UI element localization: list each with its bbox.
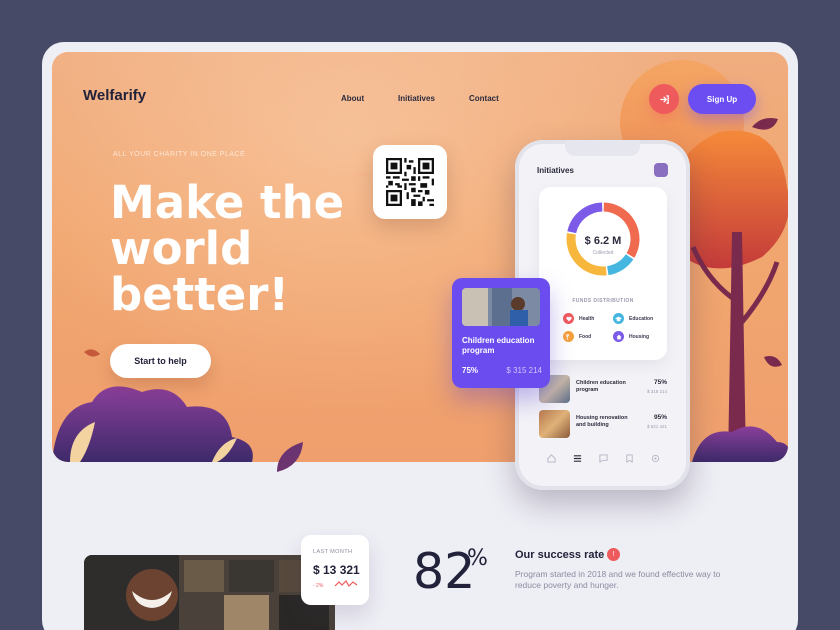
last-month-label: LAST MONTH (313, 549, 353, 555)
settings-icon[interactable] (649, 452, 661, 464)
success-rate-symbol: % (467, 546, 488, 571)
nav-about[interactable]: About (341, 94, 364, 103)
last-month-card: LAST MONTH $ 13 321 - 2% (301, 535, 369, 605)
featured-initiative-amount: $ 315 214 (506, 366, 542, 375)
featured-initiative-title: Children education program (462, 336, 535, 355)
house-icon (613, 331, 624, 342)
legend-food[interactable]: Food (563, 331, 591, 342)
last-month-trend: - 2% (313, 583, 324, 589)
project-amount: $ 315 214 (646, 389, 667, 394)
last-month-amount: $ 13 321 (313, 563, 360, 577)
leaf-falling-2 (752, 118, 778, 130)
nav-contact[interactable]: Contact (469, 94, 499, 103)
qr-code-icon (386, 158, 434, 206)
start-to-help-button[interactable]: Start to help (110, 344, 211, 378)
success-rate-title: Our success rate (515, 549, 605, 561)
legend-education-label: Education (629, 315, 654, 322)
login-button[interactable] (649, 84, 679, 114)
funds-distribution-label: FUNDS DISTRIBUTION (572, 298, 634, 304)
donut-segment-education (606, 254, 634, 276)
legend-health[interactable]: Health (563, 313, 594, 324)
graduation-cap-icon (613, 313, 624, 324)
leaf-falling-3 (764, 356, 782, 367)
project-thumbnail (539, 410, 570, 438)
project-row-housing[interactable]: Housing renovation and building 95% $ 62… (539, 410, 667, 438)
hero-tagline: ALL YOUR CHARITY IN ONE PLACE (113, 151, 246, 158)
project-amount: $ 621 421 (646, 424, 667, 429)
featured-initiative-image (462, 288, 540, 326)
avatar[interactable] (654, 163, 668, 177)
login-arrow-icon (659, 94, 669, 104)
trend-sparkline-icon (334, 580, 358, 587)
legend-housing-label: Housing (629, 333, 649, 340)
bush-right (692, 426, 788, 462)
donut-amount: $ 6.2 M (584, 235, 622, 247)
featured-initiative-percent: 75% (462, 366, 479, 375)
food-icon (563, 331, 574, 342)
tree-branch-right (740, 261, 780, 324)
legend-food-label: Food (579, 333, 592, 340)
project-name: Children education program (576, 380, 626, 393)
bookmark-icon[interactable] (623, 452, 635, 464)
chat-icon[interactable] (597, 452, 609, 464)
nav-initiatives[interactable]: Initiatives (398, 94, 435, 103)
leaf-bottom (277, 442, 303, 472)
child-photo (84, 555, 335, 630)
funds-card: $ 6.2 M Collected FUNDS DISTRIBUTION Hea… (539, 187, 667, 360)
phone-title: Initiatives (537, 166, 574, 175)
list-icon[interactable] (571, 452, 583, 464)
brand-logo[interactable]: Welfarify (83, 87, 146, 104)
legend-housing[interactable]: Housing (613, 331, 649, 342)
project-percent: 75% (653, 379, 667, 386)
phone-notch (565, 140, 640, 156)
project-row-education[interactable]: Children education program 75% $ 315 214 (539, 375, 667, 403)
home-icon[interactable] (545, 452, 557, 464)
success-rate-value: 82 (413, 543, 476, 600)
donut-segment-health (603, 202, 640, 258)
donut-segment-housing (567, 202, 603, 234)
signup-button[interactable]: Sign Up (688, 84, 756, 114)
donut-sublabel: Collected (592, 250, 614, 256)
project-name: Housing renovation and building (576, 415, 628, 428)
featured-initiative-card[interactable]: Children education program 75% $ 315 214 (452, 278, 550, 388)
leaf-falling-1 (84, 349, 100, 357)
heart-icon (563, 313, 574, 324)
success-rate-description: Program started in 2018 and we found eff… (515, 569, 721, 590)
qr-card[interactable] (373, 145, 447, 219)
legend-health-label: Health (579, 315, 595, 322)
legend-education[interactable]: Education (613, 313, 653, 324)
hero-headline: Make the world better! (110, 176, 345, 321)
alert-badge[interactable]: ! (607, 548, 620, 561)
phone-tabbar (545, 452, 661, 464)
project-percent: 95% (653, 414, 667, 421)
